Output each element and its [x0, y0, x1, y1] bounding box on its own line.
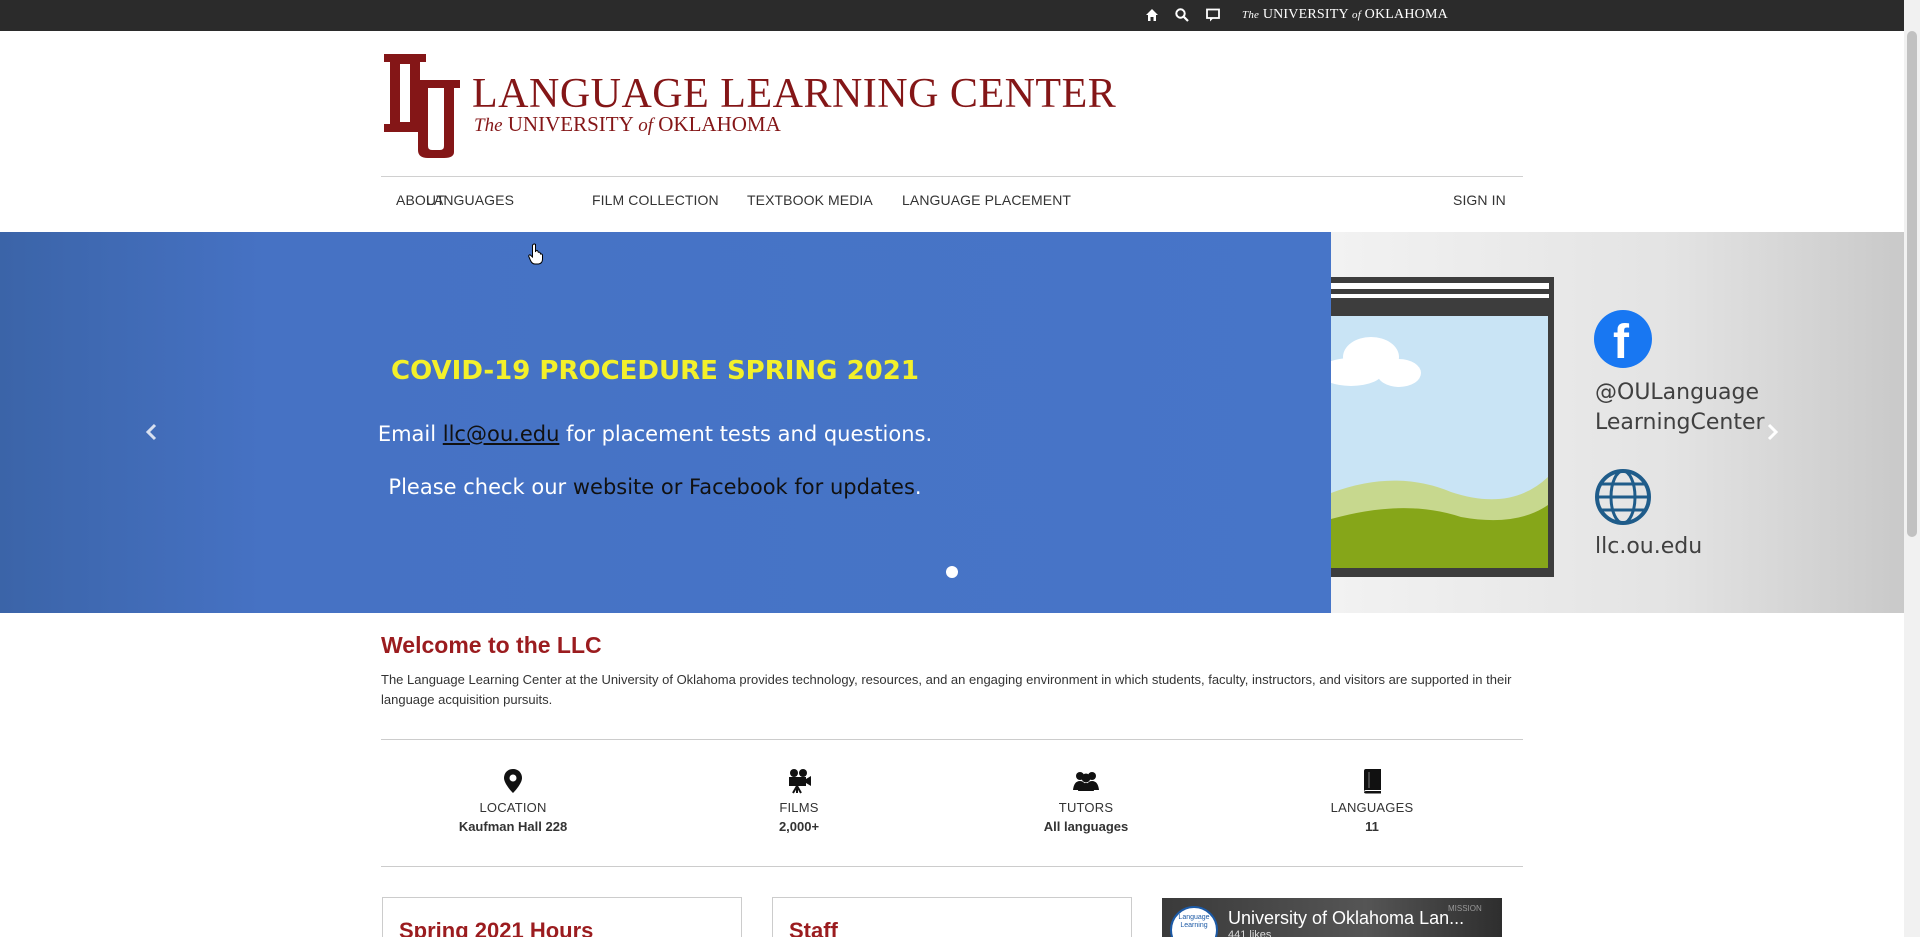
- window-illustration: [1331, 277, 1554, 577]
- staff-card: Staff: [772, 897, 1132, 937]
- stat-value: 11: [1365, 819, 1379, 834]
- people-icon: [1073, 772, 1099, 791]
- carousel-slide: COVID-19 PROCEDURE SPRING 2021 Email llc…: [0, 232, 1331, 613]
- subtitle-of: of: [638, 115, 653, 136]
- stat-films: FILMS 2,000+: [699, 768, 899, 834]
- sign-in-link[interactable]: SIGN IN: [1453, 192, 1506, 208]
- hand-cursor-icon: [528, 243, 543, 265]
- stat-value: All languages: [1043, 819, 1129, 834]
- wordmark-university: UNIVERSITY: [1262, 7, 1349, 22]
- stat-tutors: TUTORS All languages: [986, 768, 1186, 834]
- nav-divider: [381, 176, 1523, 177]
- site-subtitle: The UNIVERSITY of OKLAHOMA: [474, 112, 781, 138]
- carousel-next-icon[interactable]: [1762, 422, 1782, 442]
- email-line-prefix: Email: [377, 422, 443, 446]
- subtitle-the: The: [474, 115, 503, 136]
- chat-icon[interactable]: [1205, 7, 1221, 23]
- nav-languages[interactable]: LANGUAGES: [426, 192, 514, 208]
- stat-value: Kaufman Hall 228: [458, 819, 568, 834]
- map-pin-icon: [504, 769, 522, 793]
- globe-www-icon: [1595, 469, 1651, 525]
- book-icon: [1364, 769, 1381, 794]
- facebook-handle: @OULanguage LearningCenter: [1595, 378, 1765, 438]
- slide-line-email: Email llc@ou.edu for placement tests and…: [0, 422, 1310, 446]
- stat-languages: LANGUAGES 11: [1272, 768, 1472, 834]
- svg-text:OU: OU: [380, 54, 382, 55]
- facebook-cover-text: MISSION: [1448, 904, 1482, 913]
- section-divider: [381, 866, 1523, 867]
- nav-textbook-media[interactable]: TEXTBOOK MEDIA: [747, 192, 873, 208]
- facebook-page-widget[interactable]: Language Learning University of Oklahoma…: [1162, 898, 1502, 937]
- slide-title: COVID-19 PROCEDURE SPRING 2021: [391, 356, 919, 386]
- stat-location: LOCATION Kaufman Hall 228: [413, 768, 613, 834]
- facebook-icon[interactable]: f: [1594, 310, 1652, 369]
- staff-card-title: Staff: [789, 918, 838, 937]
- subtitle-state: OKLAHOMA: [658, 112, 781, 136]
- scrollbar-thumb[interactable]: [1907, 31, 1917, 537]
- facebook-page-avatar[interactable]: Language Learning: [1170, 906, 1218, 937]
- section-divider: [381, 739, 1523, 740]
- facebook-handle-line2: LearningCenter: [1595, 410, 1765, 435]
- home-icon[interactable]: [1144, 7, 1160, 23]
- stat-label: FILMS: [779, 800, 819, 815]
- main-nav: ABOUT LANGUAGES FILM COLLECTION TEXTBOOK…: [381, 192, 1523, 212]
- slide-line-updates: Please check our website or Facebook for…: [0, 475, 1310, 499]
- subtitle-university: UNIVERSITY: [507, 112, 633, 136]
- nav-film-collection[interactable]: FILM COLLECTION: [592, 192, 719, 208]
- site-title[interactable]: LANGUAGE LEARNING CENTER: [472, 73, 1116, 115]
- updates-line-highlight: website or Facebook for updates: [572, 475, 915, 499]
- carousel-prev-icon[interactable]: [142, 422, 162, 442]
- hours-card-title: Spring 2021 Hours: [399, 918, 594, 937]
- university-top-bar: The UNIVERSITY of OKLAHOMA: [0, 0, 1904, 31]
- wordmark-state: OKLAHOMA: [1364, 7, 1448, 22]
- updates-line-suffix: .: [914, 475, 922, 499]
- facebook-handle-line1: @OULanguage: [1595, 380, 1759, 405]
- email-line-suffix: for placement tests and questions.: [559, 422, 933, 446]
- stat-label: TUTORS: [1058, 800, 1114, 815]
- stat-label: LANGUAGES: [1330, 800, 1414, 815]
- hero-carousel: COVID-19 PROCEDURE SPRING 2021 Email llc…: [0, 232, 1904, 613]
- wordmark-the: The: [1242, 9, 1260, 21]
- welcome-heading: Welcome to the LLC: [381, 632, 602, 658]
- wordmark-of: of: [1352, 9, 1361, 21]
- updates-line-prefix: Please check our: [388, 475, 573, 499]
- film-camera-icon: [789, 769, 811, 794]
- university-wordmark-link[interactable]: The UNIVERSITY of OKLAHOMA: [1242, 7, 1448, 23]
- carousel-indicator[interactable]: [946, 566, 958, 578]
- facebook-page-name[interactable]: University of Oklahoma Lan...: [1228, 908, 1478, 929]
- page-scrollbar[interactable]: [1904, 0, 1920, 937]
- facebook-page-likes: 441 likes: [1228, 929, 1272, 937]
- search-icon[interactable]: [1174, 7, 1190, 23]
- stat-label: LOCATION: [479, 800, 547, 815]
- social-graphic: f @OULanguage LearningCenter llc.ou.edu: [1331, 232, 1904, 613]
- stat-value: 2,000+: [778, 819, 820, 834]
- hours-card: Spring 2021 Hours: [382, 897, 742, 937]
- website-text: llc.ou.edu: [1595, 534, 1703, 559]
- avatar-text: Language Learning: [1178, 914, 1210, 929]
- nav-language-placement[interactable]: LANGUAGE PLACEMENT: [902, 192, 1071, 208]
- welcome-text: The Language Learning Center at the Univ…: [381, 672, 1512, 707]
- email-link[interactable]: llc@ou.edu: [443, 422, 560, 446]
- ou-logo-icon[interactable]: OU: [380, 54, 462, 158]
